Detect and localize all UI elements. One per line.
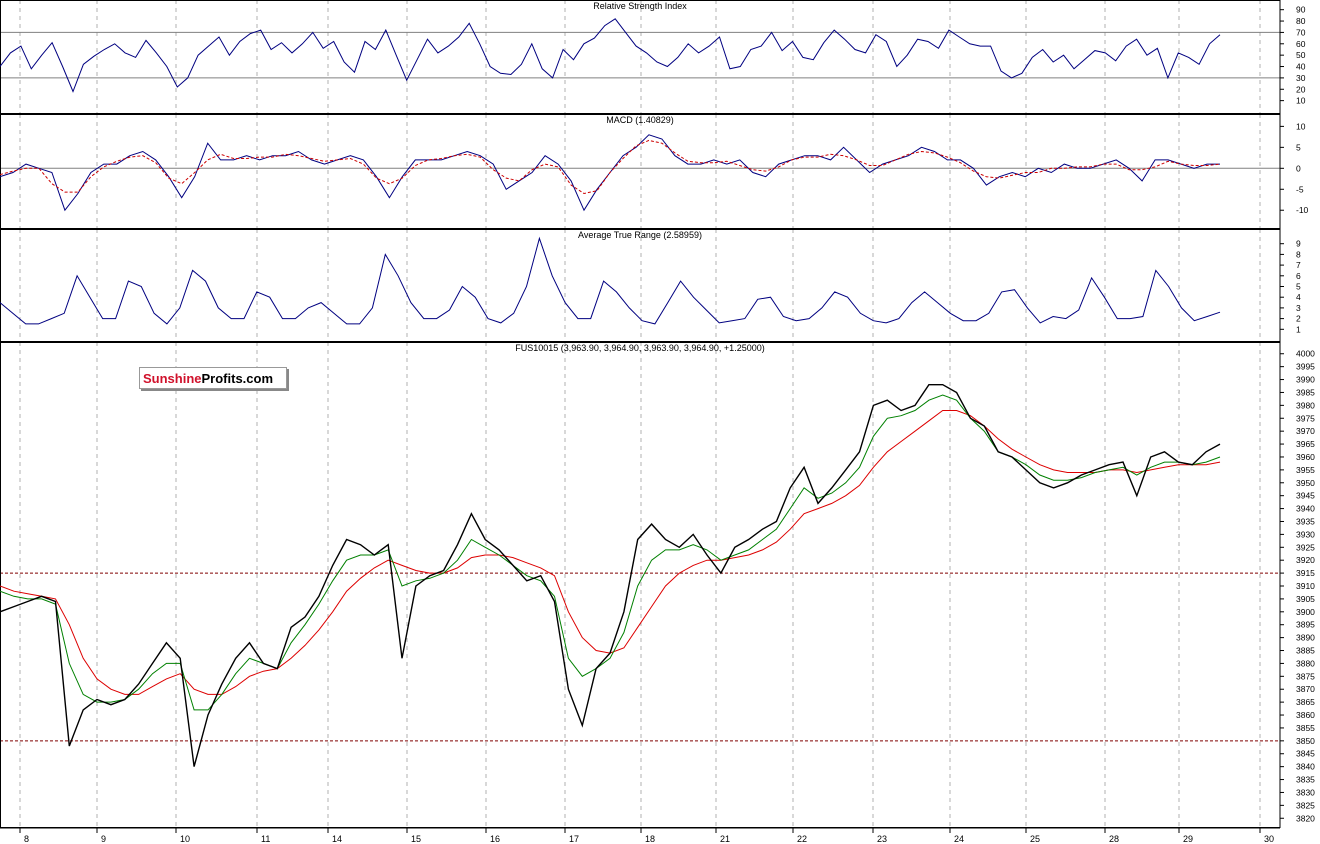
rsi-line (0, 18, 1221, 93)
x-tick-label-10: 22 (797, 834, 807, 844)
price-ma-fast-line (0, 394, 1221, 711)
x-tick-label-13: 25 (1030, 834, 1040, 844)
atr-ytick-label-3: 4 (1296, 292, 1301, 302)
chart-canvas: 102030405060708090Relative Strength Inde… (0, 0, 1315, 844)
rsi-panel: 10 203040 5060 708090 Relative Strength Inde… (0, 0, 1306, 114)
rsi-ytick-label-3: 40 (1296, 62, 1306, 72)
atr-ytick-label-1: 2 (1296, 314, 1301, 324)
price-ytick-label-6: 3850 (1296, 736, 1315, 746)
atr-title: Average True Range (2.58959) (578, 230, 702, 240)
price-ytick-label-19: 3915 (1296, 568, 1315, 578)
x-axis: 8 9 10 11 14 15 16 17 18 21 22 23 24 25 28 29 30 (0, 827, 1280, 844)
atr-ytick-label-7: 8 (1296, 249, 1301, 259)
x-tick-label-15: 29 (1183, 834, 1193, 844)
price-ytick-label-24: 3940 (1296, 504, 1315, 514)
price-ytick-label-4: 3840 (1296, 762, 1315, 772)
x-tick-label-12: 24 (954, 834, 964, 844)
atr-panel: 123456789 Average True Range (2.58959) (0, 229, 1301, 342)
x-tick-label-5: 15 (411, 834, 421, 844)
price-ytick-label-25: 3945 (1296, 491, 1315, 501)
macd-signal-line (0, 139, 1221, 195)
atr-ytick-label-6: 7 (1296, 260, 1301, 270)
macd-ytick-label-1: 5 (1296, 142, 1301, 152)
price-ytick-label-5: 3845 (1296, 749, 1315, 759)
price-ytick-label-1: 3825 (1296, 800, 1315, 810)
price-ytick-label-8: 3860 (1296, 710, 1315, 720)
price-ytick-label-15: 3895 (1296, 620, 1315, 630)
price-ytick-label-20: 3920 (1296, 555, 1315, 565)
x-tick-label-9: 21 (720, 834, 730, 844)
macd-ytick-label-0: 10 (1296, 121, 1306, 131)
rsi-ytick-label-5: 60 (1296, 39, 1306, 49)
rsi-ytick-label-0: 10 (1296, 96, 1306, 106)
x-tick-label-14: 28 (1109, 834, 1119, 844)
price-ytick-label-36: 4000 (1296, 349, 1315, 359)
macd-ytick-label-2: 0 (1296, 163, 1301, 173)
price-ytick-label-21: 3925 (1296, 542, 1315, 552)
rsi-ytick-label-7: 80 (1296, 16, 1306, 26)
price-ytick-label-14: 3890 (1296, 633, 1315, 643)
price-ytick-label-28: 3960 (1296, 452, 1315, 462)
x-tick-label-8: 18 (645, 834, 655, 844)
macd-title: MACD (1.40829) (606, 115, 674, 125)
price-ytick-label-34: 3990 (1296, 375, 1315, 385)
price-ytick-label-35: 3995 (1296, 362, 1315, 372)
price-ytick-label-27: 3955 (1296, 465, 1315, 475)
price-ytick-label-22: 3930 (1296, 529, 1315, 539)
price-ytick-label-23: 3935 (1296, 516, 1315, 526)
atr-line (0, 236, 1221, 325)
rsi-ytick-label-4: 50 (1296, 50, 1306, 60)
price-title: FUS10015 (3,963.90, 3,964.90, 3,963.90, … (515, 343, 764, 353)
rsi-ytick-label-2: 30 (1296, 73, 1306, 83)
atr-ytick-label-8: 9 (1296, 239, 1301, 249)
price-ytick-label-10: 3870 (1296, 684, 1315, 694)
macd-ytick-label-3: -5 (1296, 184, 1304, 194)
rsi-ytick-label-6: 70 (1296, 27, 1306, 37)
price-ytick-label-31: 3975 (1296, 413, 1315, 423)
x-tick-label-11: 23 (877, 834, 887, 844)
atr-ytick-label-4: 5 (1296, 282, 1301, 292)
price-ytick-label-16: 3900 (1296, 607, 1315, 617)
logo-part-profits: Profits.com (201, 371, 274, 386)
price-ytick-label-33: 3985 (1296, 387, 1315, 397)
price-ytick-label-13: 3885 (1296, 646, 1315, 656)
x-tick-label-3: 11 (261, 834, 270, 844)
atr-ytick-label-5: 6 (1296, 271, 1301, 281)
atr-ytick-label-0: 1 (1296, 324, 1301, 334)
rsi-ytick-label-8: 90 (1296, 5, 1306, 15)
price-ytick-label-17: 3905 (1296, 594, 1315, 604)
x-tick-label-6: 16 (490, 834, 500, 844)
price-ytick-label-18: 3910 (1296, 581, 1315, 591)
logo-part-sunshine: Sunshine (143, 371, 202, 386)
x-tick-label-1: 9 (101, 834, 106, 844)
x-tick-label-0: 8 (24, 834, 29, 844)
price-ytick-label-29: 3965 (1296, 439, 1315, 449)
price-ytick-label-2: 3830 (1296, 787, 1315, 797)
price-ytick-label-26: 3950 (1296, 478, 1315, 488)
price-ytick-label-12: 3880 (1296, 658, 1315, 668)
x-tick-label-16: 30 (1264, 834, 1274, 844)
rsi-title: Relative Strength Index (593, 1, 687, 11)
price-ytick-label-7: 3855 (1296, 723, 1315, 733)
sunshine-profits-logo: Sunshine Profits.com (139, 367, 287, 389)
price-ytick-label-3: 3835 (1296, 775, 1315, 785)
x-tick-label-2: 10 (180, 834, 190, 844)
rsi-ytick-label-1: 20 (1296, 84, 1306, 94)
x-tick-label-7: 17 (569, 834, 579, 844)
macd-frame (0, 114, 1281, 229)
price-ytick-label-11: 3875 (1296, 671, 1315, 681)
price-ytick-label-9: 3865 (1296, 697, 1315, 707)
macd-ytick-label-4: -10 (1296, 205, 1309, 215)
price-line (0, 384, 1221, 767)
price-ytick-label-30: 3970 (1296, 426, 1315, 436)
price-ytick-label-0: 3820 (1296, 813, 1315, 823)
x-tick-label-4: 14 (332, 834, 342, 844)
atr-ytick-label-2: 3 (1296, 303, 1301, 313)
price-ytick-label-32: 3980 (1296, 400, 1315, 410)
